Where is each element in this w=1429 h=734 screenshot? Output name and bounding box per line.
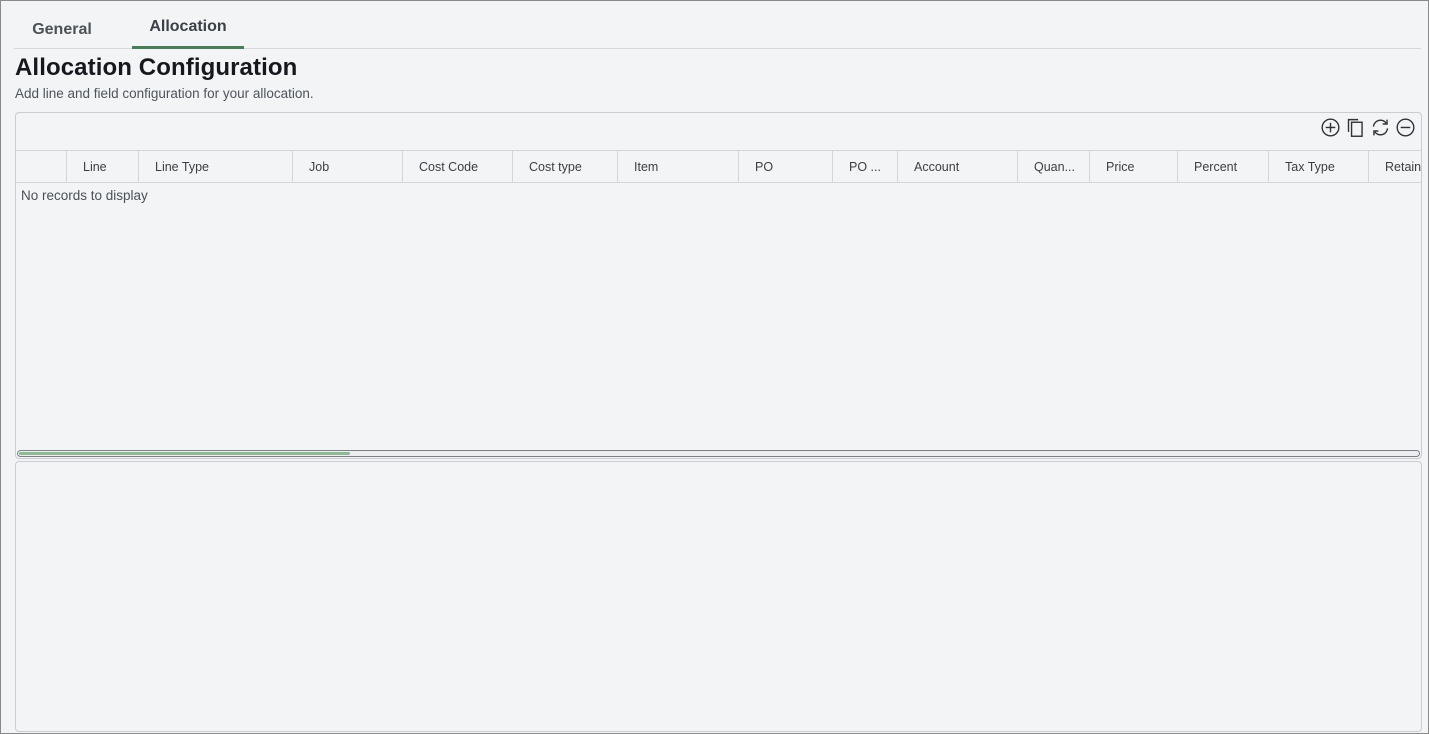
plus-circle-icon <box>1321 117 1340 137</box>
app-frame: General Allocation Allocation Configurat… <box>0 0 1429 734</box>
tab-bar: General Allocation <box>14 9 1421 49</box>
column-header-price[interactable]: Price <box>1090 151 1178 182</box>
column-header-account[interactable]: Account <box>898 151 1018 182</box>
column-header-quantity[interactable]: Quan... <box>1018 151 1090 182</box>
detail-panel <box>15 461 1422 732</box>
column-header-percent[interactable]: Percent <box>1178 151 1269 182</box>
horizontal-scrollbar[interactable] <box>17 450 1420 457</box>
column-header-po[interactable]: PO <box>739 151 833 182</box>
grid-toolbar <box>1319 115 1417 139</box>
column-header-retain[interactable]: Retain <box>1369 151 1421 182</box>
remove-row-button[interactable] <box>1394 116 1417 139</box>
column-header-line[interactable]: Line <box>67 151 139 182</box>
allocation-grid: Line Line Type Job Cost Code Cost type I… <box>15 112 1422 459</box>
scrollbar-thumb[interactable] <box>19 452 350 455</box>
column-header-cost-code[interactable]: Cost Code <box>403 151 513 182</box>
empty-state-message: No records to display <box>21 188 148 203</box>
column-header-job[interactable]: Job <box>293 151 403 182</box>
refresh-button[interactable] <box>1369 116 1392 139</box>
tab-allocation[interactable]: Allocation <box>132 9 244 49</box>
page-title: Allocation Configuration <box>15 54 298 81</box>
column-header-po-line[interactable]: PO ... <box>833 151 898 182</box>
column-header-tax-type[interactable]: Tax Type <box>1269 151 1369 182</box>
add-row-button[interactable] <box>1319 116 1342 139</box>
copy-row-button[interactable] <box>1344 116 1367 139</box>
column-header-item[interactable]: Item <box>618 151 739 182</box>
copy-icon <box>1347 118 1363 137</box>
column-header-select[interactable] <box>16 151 67 182</box>
tab-general[interactable]: General <box>14 9 110 48</box>
refresh-icon <box>1372 118 1389 136</box>
minus-circle-icon <box>1396 117 1415 137</box>
grid-header-row: Line Line Type Job Cost Code Cost type I… <box>16 150 1421 183</box>
column-header-cost-type[interactable]: Cost type <box>513 151 618 182</box>
column-header-line-type[interactable]: Line Type <box>139 151 293 182</box>
page-subtitle: Add line and field configuration for you… <box>15 86 314 101</box>
